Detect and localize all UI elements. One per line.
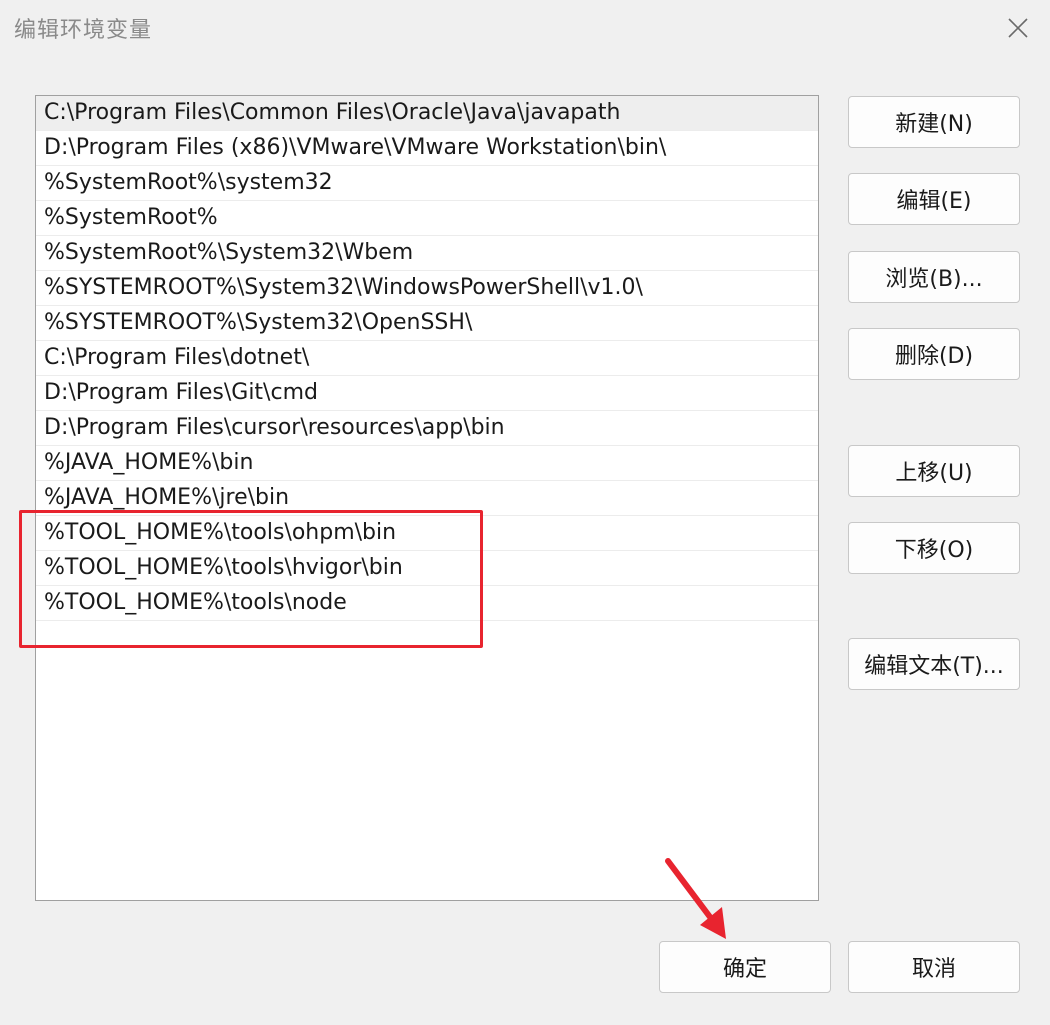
- path-list-item[interactable]: %TOOL_HOME%\tools\hvigor\bin: [36, 551, 818, 586]
- path-list-item[interactable]: D:\Program Files (x86)\VMware\VMware Wor…: [36, 131, 818, 166]
- path-list-item[interactable]: %TOOL_HOME%\tools\ohpm\bin: [36, 516, 818, 551]
- move-down-button[interactable]: 下移(O): [848, 522, 1020, 574]
- edit-button[interactable]: 编辑(E): [848, 173, 1020, 225]
- new-button[interactable]: 新建(N): [848, 96, 1020, 148]
- close-button[interactable]: [1000, 10, 1036, 46]
- window-title: 编辑环境变量: [14, 18, 153, 43]
- browse-button[interactable]: 浏览(B)...: [848, 251, 1020, 303]
- path-list-item[interactable]: %JAVA_HOME%\jre\bin: [36, 481, 818, 516]
- edit-env-variable-dialog: 编辑环境变量 C:\Program Files\Common Files\Ora…: [0, 0, 1050, 1025]
- path-list-item[interactable]: %TOOL_HOME%\tools\node: [36, 586, 818, 621]
- delete-button[interactable]: 删除(D): [848, 328, 1020, 380]
- path-list-item[interactable]: %SystemRoot%\system32: [36, 166, 818, 201]
- path-list-item[interactable]: D:\Program Files\cursor\resources\app\bi…: [36, 411, 818, 446]
- path-list-item[interactable]: %SystemRoot%: [36, 201, 818, 236]
- close-icon: [1008, 18, 1028, 38]
- path-list-item[interactable]: C:\Program Files\dotnet\: [36, 341, 818, 376]
- edit-text-button[interactable]: 编辑文本(T)...: [848, 638, 1020, 690]
- path-list-item[interactable]: C:\Program Files\Common Files\Oracle\Jav…: [36, 96, 818, 131]
- path-list-item[interactable]: D:\Program Files\Git\cmd: [36, 376, 818, 411]
- title-bar: 编辑环境变量: [0, 0, 1050, 54]
- path-list-item[interactable]: %JAVA_HOME%\bin: [36, 446, 818, 481]
- path-list-item[interactable]: %SYSTEMROOT%\System32\WindowsPowerShell\…: [36, 271, 818, 306]
- path-list-item[interactable]: %SYSTEMROOT%\System32\OpenSSH\: [36, 306, 818, 341]
- path-list[interactable]: C:\Program Files\Common Files\Oracle\Jav…: [35, 95, 819, 901]
- path-list-item[interactable]: %SystemRoot%\System32\Wbem: [36, 236, 818, 271]
- move-up-button[interactable]: 上移(U): [848, 445, 1020, 497]
- ok-button[interactable]: 确定: [659, 941, 831, 993]
- cancel-button[interactable]: 取消: [848, 941, 1020, 993]
